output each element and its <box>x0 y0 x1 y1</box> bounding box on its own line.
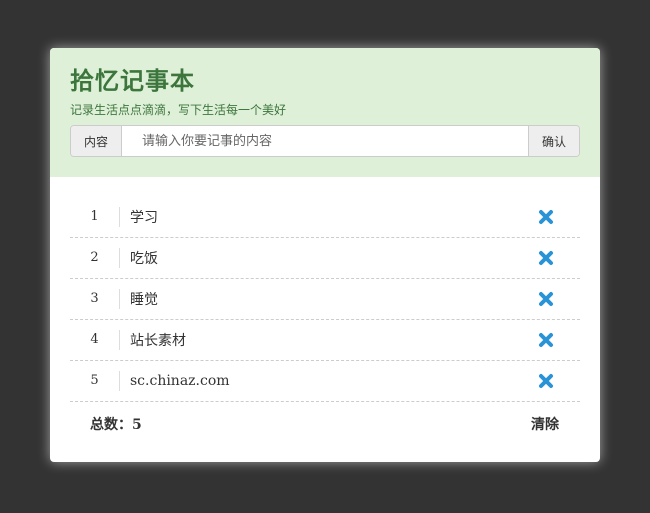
item-text: 站长素材 <box>130 333 186 349</box>
list-item: 2 吃饭 <box>70 238 580 279</box>
item-number: 1 <box>70 207 120 227</box>
close-icon[interactable] <box>538 332 554 348</box>
list-item: 4 站长素材 <box>70 320 580 361</box>
item-number: 4 <box>70 330 120 350</box>
close-icon[interactable] <box>538 250 554 266</box>
list-item: 5 sc.chinaz.com <box>70 361 580 402</box>
item-number: 2 <box>70 248 120 268</box>
item-text: 吃饭 <box>130 251 158 267</box>
item-number: 3 <box>70 289 120 309</box>
item-text: sc.chinaz.com <box>130 373 230 389</box>
content-input[interactable] <box>122 126 528 156</box>
page-title: 拾忆记事本 <box>70 66 195 95</box>
item-number: 5 <box>70 371 120 391</box>
note-list: 1 学习 2 吃饭 3 睡觉 4 站长素材 5 sc.chinaz.com <box>70 197 580 402</box>
page-subtitle: 记录生活点点滴滴，写下生活每一个美好 <box>70 103 287 117</box>
close-icon[interactable] <box>538 209 554 225</box>
notebook-card: 拾忆记事本 记录生活点点滴滴，写下生活每一个美好 内容 确认 1 学习 2 吃饭… <box>50 48 600 462</box>
close-icon[interactable] <box>538 373 554 389</box>
clear-button[interactable]: 清除 <box>531 414 559 434</box>
list-item: 3 睡觉 <box>70 279 580 320</box>
list-item: 1 学习 <box>70 197 580 238</box>
header: 拾忆记事本 记录生活点点滴滴，写下生活每一个美好 内容 确认 <box>50 48 600 177</box>
item-text: 学习 <box>130 210 158 226</box>
content-addon-label: 内容 <box>71 126 122 156</box>
confirm-button[interactable]: 确认 <box>528 126 579 156</box>
close-icon[interactable] <box>538 291 554 307</box>
total-count: 总数：5 <box>90 417 142 433</box>
item-text: 睡觉 <box>130 292 158 308</box>
note-input-group: 内容 确认 <box>70 125 580 157</box>
list-footer: 总数：5 清除 <box>70 402 580 442</box>
